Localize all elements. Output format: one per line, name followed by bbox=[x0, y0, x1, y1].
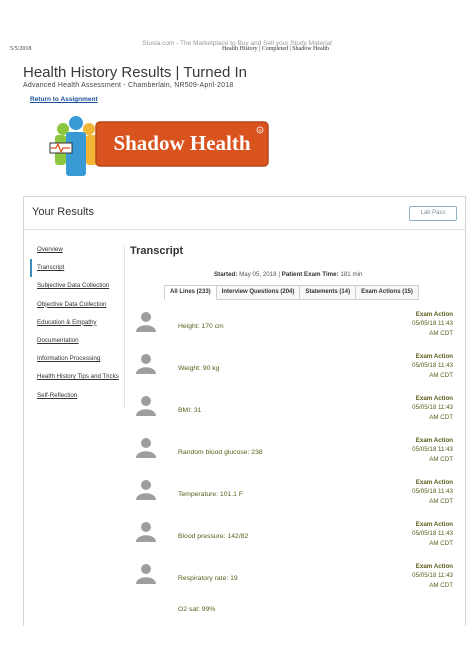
sidebar-item-overview[interactable]: Overview bbox=[30, 241, 126, 259]
finding-text: Respiratory rate: 19 bbox=[178, 575, 238, 582]
lab-pass-button[interactable]: Lab Pass bbox=[409, 206, 457, 221]
exam-action-label: Exam Action bbox=[415, 311, 453, 318]
exam-action-time: AM CDT bbox=[429, 372, 453, 379]
user-avatar-icon bbox=[136, 564, 156, 584]
user-avatar-icon bbox=[136, 438, 156, 458]
finding-text: Weight: 90 kg bbox=[178, 365, 220, 372]
transcript-entry: Blood pressure: 142/82 Exam Action 05/05… bbox=[24, 520, 465, 562]
print-date: 5/5/2018 bbox=[10, 46, 32, 52]
finding-text: O2 sat: 99% bbox=[178, 606, 216, 613]
transcript-entry: O2 sat: 99% bbox=[24, 604, 465, 646]
exam-action-label: Exam Action bbox=[415, 479, 453, 486]
sidebar-item-transcript[interactable]: Transcript bbox=[30, 259, 126, 278]
return-to-assignment-link[interactable]: Return to Assignment bbox=[30, 96, 98, 103]
tab-all-lines[interactable]: All Lines (233) bbox=[164, 285, 217, 300]
user-avatar-icon bbox=[136, 354, 156, 374]
finding-text: Temperature: 101.1 F bbox=[178, 491, 243, 498]
exam-action-label: Exam Action bbox=[415, 395, 453, 402]
figure-icon bbox=[49, 116, 97, 176]
transcript-entry: Random blood glucose: 238 Exam Action 05… bbox=[24, 436, 465, 478]
exam-action-label: Exam Action bbox=[415, 521, 453, 528]
exam-action-date: 05/05/18 11:43 bbox=[412, 404, 453, 411]
results-title: Your Results bbox=[32, 206, 94, 218]
started-label: Started: bbox=[214, 271, 238, 278]
exam-action-time: AM CDT bbox=[429, 582, 453, 589]
transcript-tabs: All Lines (233) Interview Questions (204… bbox=[164, 285, 419, 300]
transcript-entry: Respiratory rate: 19 Exam Action 05/05/1… bbox=[24, 562, 465, 604]
finding-text: Height: 170 cm bbox=[178, 323, 224, 330]
exam-action-time: AM CDT bbox=[429, 414, 453, 421]
shadow-health-logo: Shadow Health ® bbox=[49, 116, 269, 176]
tab-interview-questions[interactable]: Interview Questions (204) bbox=[216, 285, 301, 300]
transcript-entry: BMI: 31 Exam Action 05/05/18 11:43 AM CD… bbox=[24, 394, 465, 436]
meta-separator: | bbox=[278, 271, 280, 278]
finding-text: Blood pressure: 142/82 bbox=[178, 533, 249, 540]
results-panel: Your Results Lab Pass Overview Transcrip… bbox=[23, 196, 466, 626]
exam-action-date: 05/05/18 11:43 bbox=[412, 362, 453, 369]
transcript-meta: Started: May 05, 2018 | Patient Exam Tim… bbox=[214, 271, 362, 278]
exam-action-date: 05/05/18 11:43 bbox=[412, 572, 453, 579]
exam-time-label: Patient Exam Time: bbox=[281, 271, 339, 278]
finding-text: BMI: 31 bbox=[178, 407, 202, 414]
user-avatar-icon bbox=[136, 480, 156, 500]
exam-time-value: 181 min bbox=[340, 271, 363, 278]
tab-statements[interactable]: Statements (14) bbox=[300, 285, 357, 300]
exam-action-date: 05/05/18 11:43 bbox=[412, 488, 453, 495]
exam-action-time: AM CDT bbox=[429, 540, 453, 547]
page-title: Health History Results | Turned In bbox=[23, 64, 247, 81]
transcript-list: Height: 170 cm Exam Action 05/05/18 11:4… bbox=[24, 310, 465, 646]
transcript-heading: Transcript bbox=[130, 245, 184, 257]
transcript-entry: Height: 170 cm Exam Action 05/05/18 11:4… bbox=[24, 310, 465, 352]
transcript-entry: Temperature: 101.1 F Exam Action 05/05/1… bbox=[24, 478, 465, 520]
print-page-title: Health History | Completed | Shadow Heal… bbox=[222, 46, 330, 52]
svg-text:Shadow Health: Shadow Health bbox=[113, 131, 250, 155]
finding-text: Random blood glucose: 238 bbox=[178, 449, 263, 456]
course-subtitle: Advanced Health Assessment - Chamberlain… bbox=[23, 82, 234, 89]
exam-action-time: AM CDT bbox=[429, 330, 453, 337]
started-value: May 05, 2018 bbox=[239, 271, 277, 278]
exam-action-date: 05/05/18 11:43 bbox=[412, 530, 453, 537]
exam-action-date: 05/05/18 11:43 bbox=[412, 446, 453, 453]
exam-action-time: AM CDT bbox=[429, 456, 453, 463]
svg-text:®: ® bbox=[259, 128, 262, 133]
transcript-entry: Weight: 90 kg Exam Action 05/05/18 11:43… bbox=[24, 352, 465, 394]
tab-exam-actions[interactable]: Exam Actions (15) bbox=[356, 285, 419, 300]
exam-action-label: Exam Action bbox=[415, 563, 453, 570]
user-avatar-icon bbox=[136, 312, 156, 332]
user-avatar-icon bbox=[136, 522, 156, 542]
exam-action-label: Exam Action bbox=[415, 353, 453, 360]
exam-action-label: Exam Action bbox=[415, 437, 453, 444]
exam-action-time: AM CDT bbox=[429, 498, 453, 505]
exam-action-date: 05/05/18 11:43 bbox=[412, 320, 453, 327]
sidebar-item-subjective-data[interactable]: Subjective Data Collection bbox=[30, 277, 126, 295]
user-avatar-icon bbox=[136, 396, 156, 416]
results-header: Your Results Lab Pass bbox=[24, 197, 465, 230]
